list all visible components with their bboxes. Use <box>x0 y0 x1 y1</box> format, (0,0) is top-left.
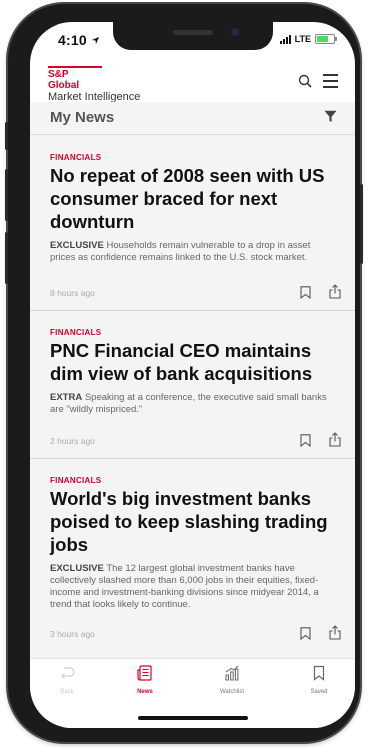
tab-back[interactable]: Back <box>37 665 97 695</box>
section-header: My News <box>30 102 355 135</box>
article-timestamp: 3 hours ago <box>50 629 95 639</box>
news-feed[interactable]: My News FINANCIALS No repeat of 2008 see… <box>30 102 355 658</box>
brand-logo[interactable]: S&P Global Market Intelligence <box>48 66 140 104</box>
section-title: My News <box>50 109 115 126</box>
article-meta: 2 hours ago <box>50 416 341 458</box>
tab-bar: Back News Watchlist Saved <box>30 658 355 728</box>
article-meta: 8 hours ago <box>50 264 341 310</box>
article-summary: EXTRA Speaking at a conference, the exec… <box>50 392 335 416</box>
article-timestamp: 2 hours ago <box>50 436 95 446</box>
signal-icon <box>279 34 291 44</box>
carrier-label: LTE <box>294 34 311 44</box>
watchlist-icon <box>225 665 239 681</box>
article-tag: EXTRA <box>50 392 83 403</box>
article-headline[interactable]: PNC Financial CEO maintains dim view of … <box>50 339 335 385</box>
speaker <box>173 30 213 35</box>
bookmark-icon[interactable] <box>300 627 311 640</box>
article-summary: EXCLUSIVE The 12 largest global investme… <box>50 563 335 611</box>
article-tag: EXCLUSIVE <box>50 240 104 251</box>
tab-label: News <box>137 689 153 695</box>
mute-switch <box>5 122 8 150</box>
share-icon[interactable] <box>329 625 341 640</box>
saved-icon <box>313 665 325 681</box>
power-button <box>360 184 363 264</box>
front-camera <box>231 28 239 36</box>
tab-label: Watchlist <box>219 689 245 695</box>
article-headline[interactable]: World's big investment banks poised to k… <box>50 487 335 556</box>
tab-saved[interactable]: Saved <box>289 665 349 695</box>
notch <box>113 22 273 50</box>
bookmark-icon[interactable] <box>300 434 311 447</box>
tab-label: Back <box>60 689 74 695</box>
status-time: 4:10 <box>58 32 100 48</box>
share-icon[interactable] <box>329 284 341 299</box>
news-icon <box>137 665 152 681</box>
app-header: S&P Global Market Intelligence <box>30 62 355 103</box>
home-indicator[interactable] <box>138 716 248 720</box>
article-meta: 3 hours ago <box>50 611 341 651</box>
back-icon <box>61 667 75 679</box>
article-card[interactable]: FINANCIALS World's big investment banks … <box>30 459 355 651</box>
search-icon[interactable] <box>298 74 312 88</box>
tab-news[interactable]: News <box>115 665 175 695</box>
location-arrow-icon <box>91 36 100 45</box>
hamburger-menu-icon[interactable] <box>323 74 338 92</box>
article-timestamp: 8 hours ago <box>50 288 95 298</box>
article-tag: EXCLUSIVE <box>50 563 104 574</box>
bookmark-icon[interactable] <box>300 286 311 299</box>
phone-screen: 4:10 LTE S&P Global Market Intelligence <box>30 22 355 728</box>
article-card[interactable]: FINANCIALS PNC Financial CEO maintains d… <box>30 311 355 459</box>
article-summary: EXCLUSIVE Households remain vulnerable t… <box>50 240 335 264</box>
article-category[interactable]: FINANCIALS <box>50 476 335 485</box>
phone-frame: 4:10 LTE S&P Global Market Intelligence <box>5 4 363 742</box>
volume-up-button <box>5 169 8 221</box>
article-category[interactable]: FINANCIALS <box>50 153 335 162</box>
tab-label: Saved <box>310 689 328 695</box>
share-icon[interactable] <box>329 432 341 447</box>
logo-brand: S&P Global <box>48 66 102 91</box>
tab-watchlist[interactable]: Watchlist <box>202 665 262 695</box>
article-card[interactable]: FINANCIALS No repeat of 2008 seen with U… <box>30 135 355 311</box>
filter-icon[interactable] <box>324 110 337 123</box>
battery-icon <box>315 34 337 44</box>
article-category[interactable]: FINANCIALS <box>50 328 335 337</box>
volume-down-button <box>5 232 8 284</box>
status-indicators: LTE <box>279 34 337 44</box>
article-headline[interactable]: No repeat of 2008 seen with US consumer … <box>50 164 335 233</box>
article-summary-text: Speaking at a conference, the executive … <box>50 392 327 415</box>
